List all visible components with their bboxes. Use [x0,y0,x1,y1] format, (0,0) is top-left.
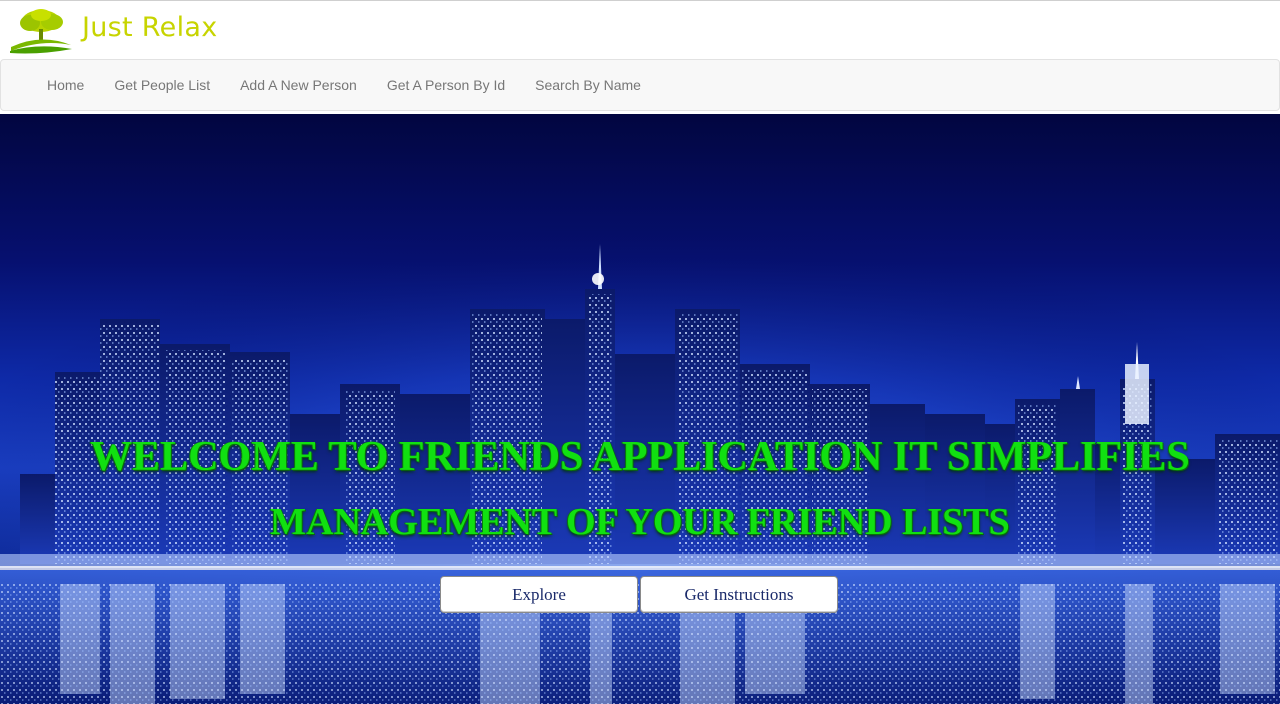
main-navbar: Home Get People List Add A New Person Ge… [0,59,1280,111]
hero-headline-line-2: MANAGEMENT OF YOUR FRIEND LISTS [270,501,1010,543]
hero-headline-line-1: WELCOME TO FRIENDS APPLICATION IT SIMPLI… [90,434,1190,480]
nav-item-get-person-by-id[interactable]: Get A Person By Id [372,60,520,110]
brand-logo[interactable]: Just Relax [8,7,238,55]
nav-item-home[interactable]: Home [32,60,99,110]
nav-menu: Home Get People List Add A New Person Ge… [32,60,656,110]
get-instructions-button[interactable]: Get Instructions [640,576,838,613]
city-skyline-background [0,114,1280,704]
brand-name: Just Relax [82,12,218,43]
nav-item-add-new-person[interactable]: Add A New Person [225,60,372,110]
nav-item-search-by-name[interactable]: Search By Name [520,60,656,110]
tree-icon [10,9,72,54]
hero-banner: WELCOME TO FRIENDS APPLICATION IT SIMPLI… [0,114,1280,704]
nav-item-get-people-list[interactable]: Get People List [99,60,225,110]
hero-button-group: Explore Get Instructions [440,576,840,613]
site-header: Just Relax [0,1,1280,59]
explore-button[interactable]: Explore [440,576,638,613]
